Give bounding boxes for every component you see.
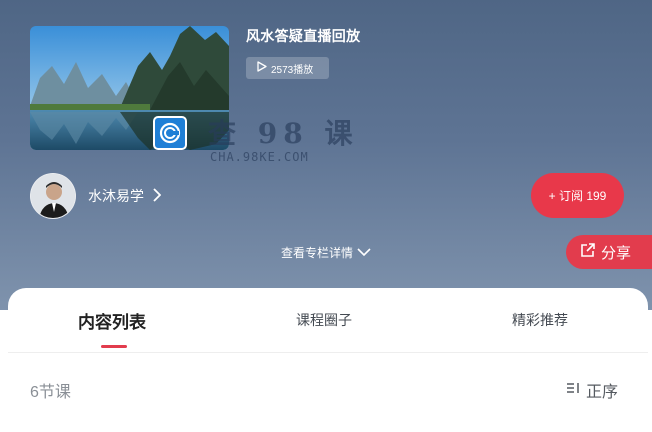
active-tab-indicator (101, 345, 127, 348)
tab-content-list[interactable]: 内容列表 (78, 308, 146, 333)
course-cover-image[interactable] (30, 26, 229, 150)
divider (8, 352, 648, 353)
view-details-label: 查看专栏详情 (280, 246, 353, 260)
tab-bar: 内容列表 课程圈子 精彩推荐 (8, 288, 648, 352)
content-panel: 内容列表 课程圈子 精彩推荐 6节课 正序 (8, 288, 648, 432)
share-label: 分享 (601, 244, 632, 262)
tab-course-circle[interactable]: 课程圈子 (296, 310, 352, 330)
author-link[interactable]: 水沐易学 (88, 186, 162, 206)
sort-label: 正序 (586, 384, 619, 401)
lesson-count: 6节课 (30, 384, 71, 401)
subscribe-button[interactable]: + 订阅 199 (531, 173, 624, 218)
sort-toggle[interactable]: 正序 (566, 378, 618, 402)
share-icon (580, 242, 596, 262)
chevron-right-icon (152, 187, 162, 205)
course-title: 风水答疑直播回放 (246, 28, 361, 44)
author-avatar[interactable] (30, 173, 76, 219)
author-name: 水沐易学 (88, 188, 144, 204)
watermark-url: CHA.98KE.COM (210, 150, 309, 164)
sort-icon (566, 381, 582, 400)
play-count-badge: 2573播放 (246, 57, 329, 79)
view-details-link[interactable]: 查看专栏详情 (0, 244, 652, 261)
watermark-text: 查 98 课 (208, 117, 359, 150)
tab-recommended[interactable]: 精彩推荐 (512, 310, 568, 330)
play-count-text: 2573播放 (271, 64, 314, 76)
play-icon (256, 61, 267, 75)
chevron-down-icon (357, 246, 371, 260)
platform-logo-icon (153, 116, 187, 150)
share-button[interactable]: 分享 (566, 235, 652, 269)
